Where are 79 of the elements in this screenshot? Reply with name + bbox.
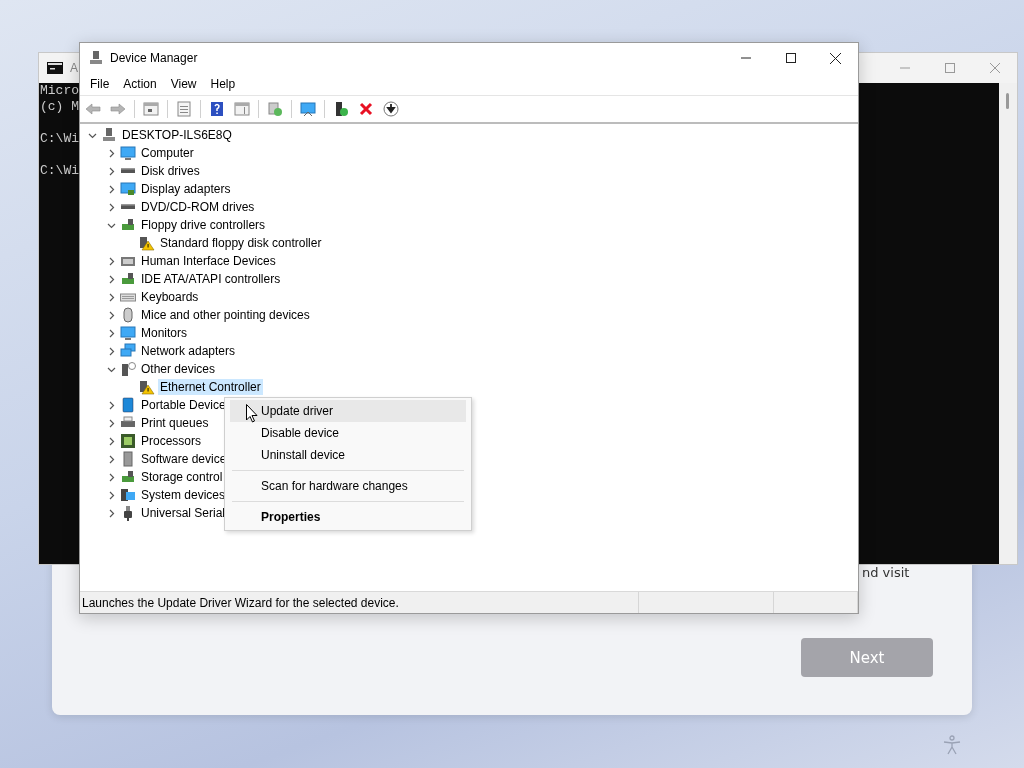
tree-item[interactable]: Display adapters [139, 181, 233, 197]
minimize-icon [740, 57, 751, 59]
warning-device-icon [139, 379, 155, 395]
tree-item[interactable]: Monitors [139, 325, 189, 341]
context-menu-item[interactable]: Scan for hardware changes [230, 475, 466, 497]
controller-icon [120, 271, 136, 287]
tree-item[interactable]: Ethernet Controller [158, 379, 263, 395]
monitor-icon [300, 101, 316, 117]
tree-item[interactable]: Disk drives [139, 163, 202, 179]
forward-arrow-icon [110, 101, 126, 117]
system-device-icon [120, 487, 136, 503]
minimize-icon [899, 67, 910, 69]
context-menu-item[interactable]: Disable device [230, 422, 466, 444]
drive-icon [120, 204, 136, 210]
tree-item[interactable]: Network adapters [139, 343, 238, 359]
properties-icon [176, 101, 192, 117]
menu-item[interactable]: Help [203, 77, 243, 91]
help-icon [209, 101, 225, 117]
controller-icon [120, 469, 136, 485]
download-circle-icon [383, 101, 399, 117]
monitor-icon [120, 325, 136, 341]
tablet-icon [120, 397, 136, 413]
tree-item[interactable]: Computer [139, 145, 196, 161]
mouse-cursor-icon [246, 404, 258, 423]
tree-item[interactable]: Portable Device [139, 397, 228, 413]
tree-item[interactable]: System devices [139, 487, 228, 503]
context-menu-item[interactable]: Update driver [230, 400, 466, 422]
close-icon [830, 52, 841, 64]
console-line: (c) M [40, 99, 79, 115]
chip-icon [120, 433, 136, 449]
toolbar-button[interactable] [208, 100, 226, 118]
drive-icon [120, 168, 136, 174]
mouse-icon [120, 307, 136, 323]
maximize-icon [944, 63, 955, 73]
maximize-icon [785, 53, 796, 63]
window-title: A [70, 61, 78, 75]
dialog-text: nd visit [862, 565, 910, 580]
menu-item[interactable]: Action [116, 77, 164, 91]
tree-item[interactable]: Mice and other pointing devices [139, 307, 312, 323]
monitor-icon [120, 145, 136, 161]
context-menu-item[interactable]: Uninstall device [230, 444, 466, 466]
context-menu-item[interactable]: Properties [230, 506, 466, 528]
tree-item[interactable]: Universal Serial [139, 505, 228, 521]
network-icon [120, 343, 136, 359]
status-text: Launches the Update Driver Wizard for the selected device. [82, 595, 399, 610]
window-title: Device Manager [110, 51, 198, 65]
tree-item[interactable]: Storage control [139, 469, 225, 485]
scan-hardware-icon [267, 101, 283, 117]
tree-item[interactable]: DESKTOP-ILS6E8Q [120, 127, 234, 143]
tree-item[interactable]: Standard floppy disk controller [158, 235, 324, 251]
tree-item[interactable]: DVD/CD-ROM drives [139, 199, 257, 215]
warning-device-icon [139, 235, 155, 251]
device-manager-icon [88, 50, 104, 66]
tree-item[interactable]: IDE ATA/ATAPI controllers [139, 271, 283, 287]
console-line: C:\Wi [40, 163, 79, 179]
console-tree-icon [143, 101, 159, 117]
tree-item[interactable]: Print queues [139, 415, 211, 431]
console-line: Micro [40, 83, 79, 99]
scroll-thumb[interactable] [1006, 93, 1009, 109]
toolbar-button[interactable] [382, 100, 400, 118]
controller-icon [120, 217, 136, 233]
unknown-device-icon [120, 361, 136, 377]
menu-item[interactable]: View [163, 77, 204, 91]
tree-item[interactable]: Processors [139, 433, 204, 449]
computer-icon [101, 127, 117, 143]
tree-item[interactable]: Other devices [139, 361, 218, 377]
console-line: C:\Wi [40, 131, 79, 147]
close-icon [358, 101, 374, 117]
tree-item[interactable]: Human Interface Devices [139, 253, 278, 269]
tree-item[interactable]: Keyboards [139, 289, 201, 305]
close-icon [989, 63, 1000, 73]
update-driver-icon [333, 101, 349, 117]
device-icon [120, 451, 136, 467]
console-icon [47, 62, 63, 74]
display-adapter-icon [120, 181, 136, 197]
action-pane-icon [234, 101, 250, 117]
menu-item[interactable]: File [83, 77, 117, 91]
tree-item[interactable]: Floppy drive controllers [139, 217, 268, 233]
back-arrow-icon [85, 101, 101, 117]
